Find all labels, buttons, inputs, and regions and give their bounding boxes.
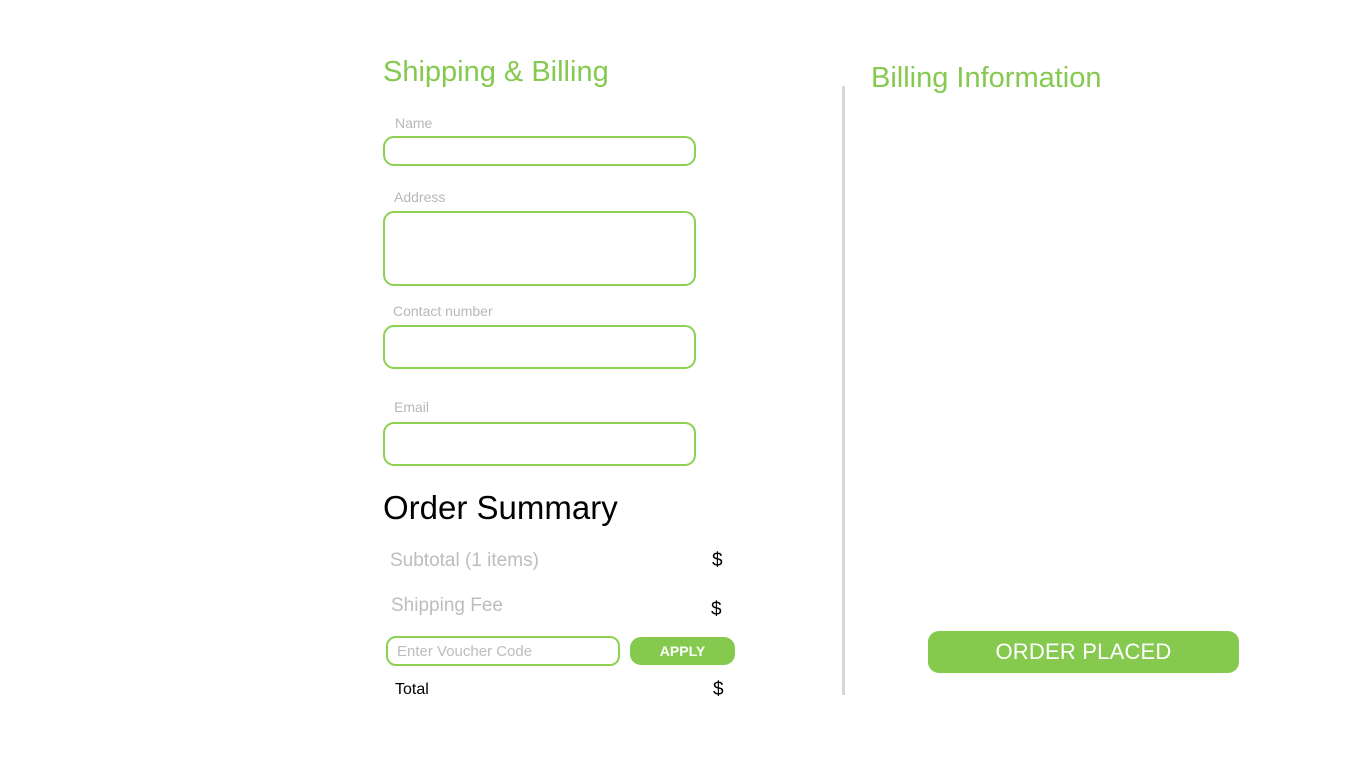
order-placed-button[interactable]: ORDER PLACED bbox=[928, 631, 1239, 673]
voucher-code-input[interactable] bbox=[388, 638, 618, 664]
column-divider bbox=[842, 86, 845, 695]
name-label: Name bbox=[395, 115, 433, 131]
shipping-fee-label: Shipping Fee bbox=[391, 595, 503, 616]
contact-number-field-box bbox=[383, 325, 696, 369]
address-input[interactable] bbox=[385, 213, 694, 284]
contact-number-input[interactable] bbox=[385, 327, 694, 367]
subtotal-label: Subtotal (1 items) bbox=[390, 550, 539, 571]
name-input[interactable] bbox=[385, 138, 694, 164]
shipping-fee-value: $ bbox=[711, 599, 722, 620]
total-value: $ bbox=[713, 679, 724, 700]
order-summary-title: Order Summary bbox=[383, 489, 618, 526]
email-field-box bbox=[383, 422, 696, 466]
apply-voucher-button[interactable]: APPLY bbox=[630, 637, 735, 665]
email-label: Email bbox=[394, 399, 430, 415]
name-field-box bbox=[383, 136, 696, 166]
total-label: Total bbox=[395, 681, 429, 698]
voucher-field-box bbox=[386, 636, 620, 666]
contact-number-label: Contact number bbox=[393, 303, 493, 319]
address-field-box bbox=[383, 211, 696, 286]
billing-information-title: Billing Information bbox=[871, 62, 1102, 94]
address-label: Address bbox=[394, 189, 446, 205]
subtotal-value: $ bbox=[712, 550, 723, 571]
email-input[interactable] bbox=[385, 424, 694, 464]
shipping-billing-title: Shipping & Billing bbox=[383, 56, 609, 88]
